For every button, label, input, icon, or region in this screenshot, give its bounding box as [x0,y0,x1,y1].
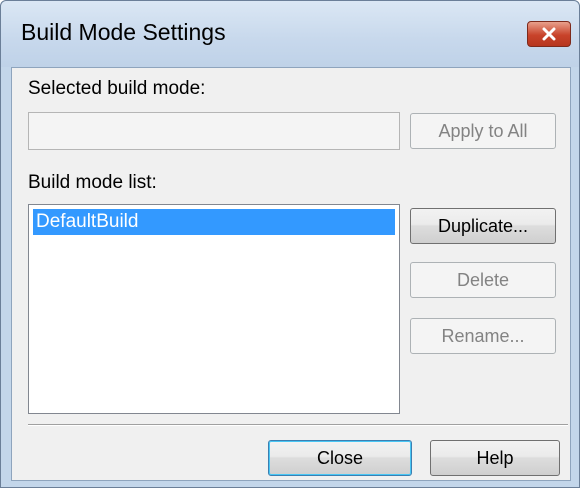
list-item[interactable]: DefaultBuild [33,209,395,235]
dialog-client-area: Selected build mode: Apply to All Build … [11,67,571,481]
close-button[interactable]: Close [268,440,412,476]
selected-build-mode-label: Selected build mode: [28,78,206,99]
rename-button[interactable]: Rename... [410,318,556,354]
separator [28,424,568,426]
apply-to-all-button[interactable]: Apply to All [410,113,556,149]
window-title: Build Mode Settings [21,19,226,45]
title-bar[interactable]: Build Mode Settings [1,1,579,67]
duplicate-button[interactable]: Duplicate... [410,208,556,244]
selected-build-mode-field [28,112,400,150]
build-mode-listbox[interactable]: DefaultBuild [28,204,400,414]
delete-button[interactable]: Delete [410,262,556,298]
close-icon [542,27,556,41]
window-close-button[interactable] [527,21,571,47]
build-mode-list-label: Build mode list: [28,172,157,193]
help-button[interactable]: Help [430,440,560,476]
dialog-window: Build Mode Settings Selected build mode:… [0,0,580,488]
